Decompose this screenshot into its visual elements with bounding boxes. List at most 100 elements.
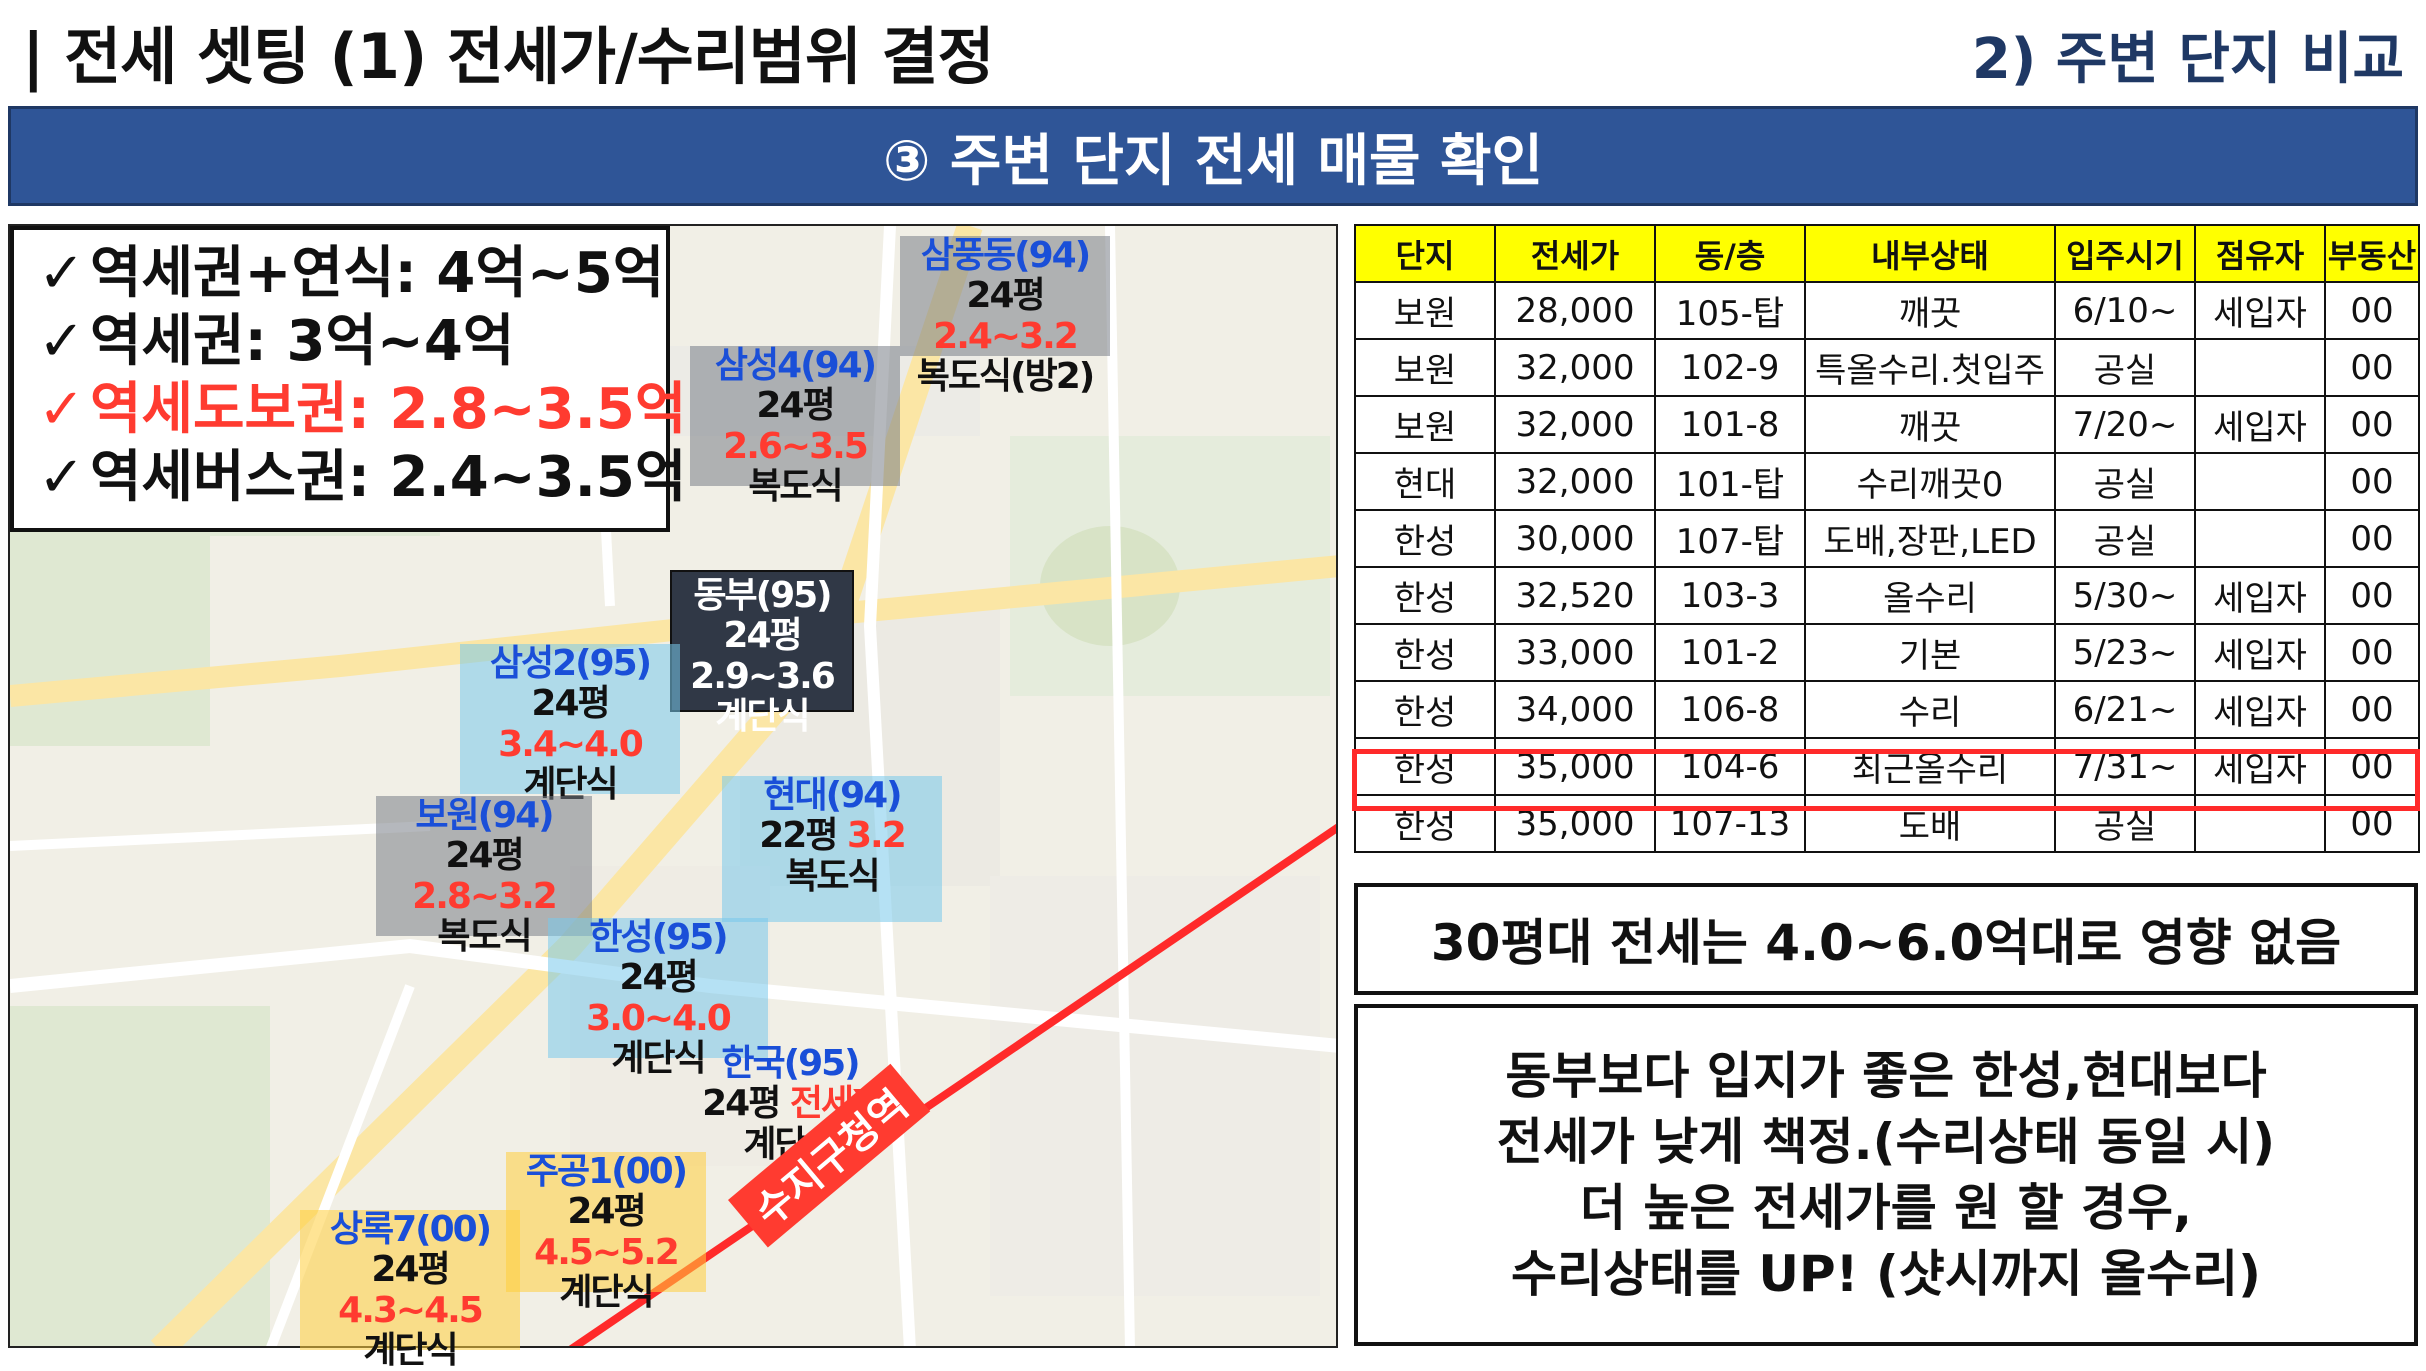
complex-size: 24평 — [756, 385, 835, 427]
table-row: 한성 30,000 107-탑 도배,장판,LED 공실 00 — [1354, 509, 2420, 568]
complex-range: 2.6~3.5 — [723, 425, 869, 467]
table-cell: 32,000 — [1494, 452, 1656, 511]
complex-size: 22평 — [759, 815, 847, 857]
complex-range: 3.4~4.0 — [498, 723, 644, 765]
complex-type: 복도식(방2) — [916, 355, 1095, 397]
header-condition: 내부상태 — [1804, 224, 2056, 283]
complex-dongbu: 동부(95) 24평 2.9~3.6 계단식 — [670, 570, 854, 737]
complex-type: 계단식 — [363, 1329, 458, 1371]
table-header-row: 단지 전세가 동/층 내부상태 입주시기 점유자 부동산 — [1354, 224, 2420, 283]
table-cell: 세입자 — [2194, 395, 2326, 454]
complex-range: 3.0~4.0 — [586, 997, 732, 1039]
table-row: 보원 32,000 102-9 특올수리.첫입주 공실 00 — [1354, 338, 2420, 397]
table-cell: 6/10~ — [2054, 281, 2196, 340]
check-icon: ✓ — [38, 241, 85, 306]
table-cell: 00 — [2324, 566, 2420, 625]
complex-size: 24평 — [702, 1083, 790, 1125]
table-cell: 세입자 — [2194, 623, 2326, 682]
complex-name: 한국(95) — [721, 1043, 860, 1084]
table-cell: 기본 — [1804, 623, 2056, 682]
table-row: 현대 32,000 101-탑 수리깨끗0 공실 00 — [1354, 452, 2420, 511]
table-cell — [2194, 452, 2326, 511]
check-icon: ✓ — [38, 377, 85, 442]
table-cell: 00 — [2324, 623, 2420, 682]
table-cell: 보원 — [1354, 395, 1496, 454]
legend-item: ✓역세버스권: 2.4~3.5억 — [38, 444, 686, 512]
complex-size: 24평 — [531, 683, 610, 725]
complex-jugong1: 주공1(00) 24평 4.5~5.2 계단식 — [506, 1151, 706, 1313]
header-movein: 입주시기 — [2054, 224, 2196, 283]
pricing-note: 동부보다 입지가 좋은 한성,현대보다 전세가 낮게 책정.(수리상태 동일 시… — [1354, 1004, 2418, 1346]
complex-type: 계단식 — [559, 1271, 654, 1313]
table-cell: 깨끗 — [1804, 395, 2056, 454]
check-icon: ✓ — [38, 445, 85, 510]
table-cell: 5/30~ — [2054, 566, 2196, 625]
note-30py: 30평대 전세는 4.0~6.0억대로 영향 없음 — [1354, 883, 2418, 995]
table-cell: 101-8 — [1654, 395, 1806, 454]
complex-name: 삼성2(95) — [489, 643, 652, 684]
complex-name: 주공1(00) — [525, 1151, 688, 1192]
complex-type: 복도식 — [748, 465, 843, 507]
table-cell: 33,000 — [1494, 623, 1656, 682]
table-cell: 세입자 — [2194, 281, 2326, 340]
legend-text: 역세권+연식: 4억~5억 — [90, 241, 665, 306]
complex-name: 현대(94) — [763, 775, 902, 816]
table-cell: 깨끗 — [1804, 281, 2056, 340]
table-cell: 수리깨끗0 — [1804, 452, 2056, 511]
table-cell: 한성 — [1354, 680, 1496, 739]
legend-text: 역세도보권: 2.8~3.5억 — [90, 377, 687, 442]
note-line: 동부보다 입지가 좋은 한성,현대보다 — [1505, 1047, 2267, 1105]
complex-name: 삼풍동(94) — [920, 235, 1091, 276]
table-cell — [2194, 338, 2326, 397]
table-row: 보원 32,000 101-8 깨끗 7/20~ 세입자 00 — [1354, 395, 2420, 454]
table-cell: 보원 — [1354, 281, 1496, 340]
complex-size: 24평 — [371, 1249, 450, 1291]
table-cell: 세입자 — [2194, 680, 2326, 739]
table-cell: 00 — [2324, 395, 2420, 454]
complex-size: 24평 — [567, 1191, 646, 1233]
legend-text: 역세권: 3억~4억 — [90, 309, 515, 374]
legend-text: 역세버스권: 2.4~3.5억 — [90, 445, 687, 510]
table-row: 한성 32,520 103-3 올수리 5/30~ 세입자 00 — [1354, 566, 2420, 625]
note-line: 수리상태를 UP! (샷시까지 올수리) — [1511, 1245, 2261, 1303]
table-cell: 도배,장판,LED — [1804, 509, 2056, 568]
table-cell: 00 — [2324, 680, 2420, 739]
price-legend: ✓역세권+연식: 4억~5억 ✓역세권: 3억~4억 ✓역세도보권: 2.8~3… — [10, 226, 686, 532]
complex-range: 4.5~5.2 — [534, 1231, 680, 1273]
complex-range: 4.3~4.5 — [338, 1289, 484, 1331]
table-cell: 00 — [2324, 338, 2420, 397]
table-cell: 101-탑 — [1654, 452, 1806, 511]
table-cell: 공실 — [2054, 509, 2196, 568]
complex-name: 삼성4(94) — [714, 345, 877, 386]
complex-range: 3.2 — [846, 815, 907, 857]
page-subtitle: 2) 주변 단지 비교 — [1971, 27, 2404, 92]
table-cell: 30,000 — [1494, 509, 1656, 568]
table-cell: 한성 — [1354, 566, 1496, 625]
complex-sampung: 삼풍동(94) 24평 2.4~3.2 복도식(방2) — [900, 235, 1110, 397]
header-price: 전세가 — [1494, 224, 1656, 283]
complex-size: 24평 — [966, 275, 1045, 317]
legend-item-highlight: ✓역세도보권: 2.8~3.5억 — [38, 376, 686, 444]
legend-item: ✓역세권: 3억~4억 — [38, 308, 642, 376]
complex-bowon: 보원(94) 24평 2.8~3.2 복도식 — [376, 795, 592, 957]
table-row: 보원 28,000 105-탑 깨끗 6/10~ 세입자 00 — [1354, 281, 2420, 340]
table-cell: 00 — [2324, 281, 2420, 340]
complex-range: 2.8~3.2 — [412, 875, 558, 917]
table-cell: 00 — [2324, 452, 2420, 511]
note-line: 더 높은 전세가를 원 할 경우, — [1579, 1179, 2193, 1237]
complex-type: 계단식 — [715, 695, 810, 737]
table-cell: 32,000 — [1494, 395, 1656, 454]
table-cell: 105-탑 — [1654, 281, 1806, 340]
complex-hansung: 한성(95) 24평 3.0~4.0 계단식 — [548, 917, 768, 1079]
table-cell: 5/23~ — [2054, 623, 2196, 682]
complex-range: 2.4~3.2 — [933, 315, 1079, 357]
table-cell: 공실 — [2054, 338, 2196, 397]
header-unit: 동/층 — [1654, 224, 1806, 283]
page-title: | 전세 셋팅 (1) 전세가/수리범위 결정 — [22, 20, 995, 93]
header-complex: 단지 — [1354, 224, 1496, 283]
complex-name: 보원(94) — [415, 795, 554, 836]
table-row: 한성 34,000 106-8 수리 6/21~ 세입자 00 — [1354, 680, 2420, 739]
complex-samsung2: 삼성2(95) 24평 3.4~4.0 계단식 — [460, 643, 680, 805]
table-cell: 수리 — [1804, 680, 2056, 739]
complex-sangrok7: 상록7(00) 24평 4.3~4.5 계단식 — [300, 1209, 520, 1371]
